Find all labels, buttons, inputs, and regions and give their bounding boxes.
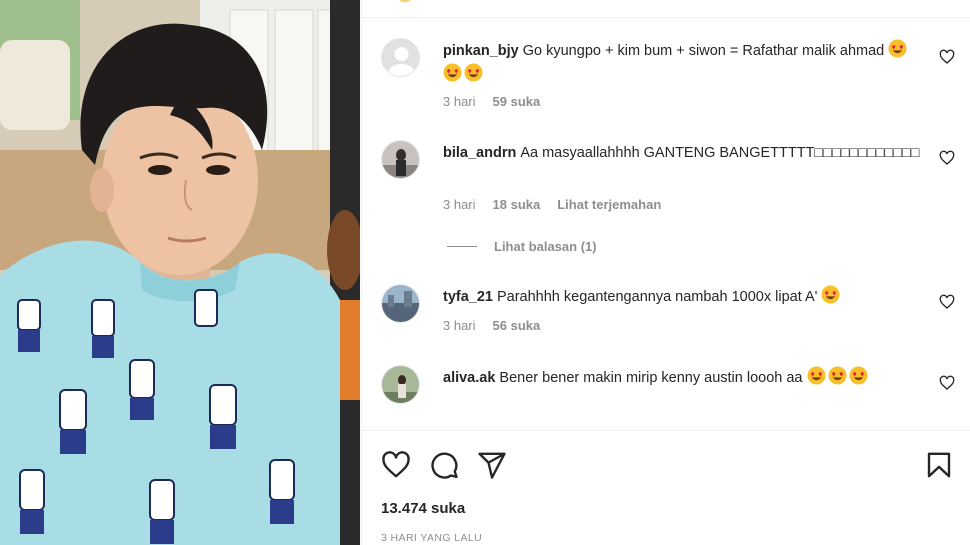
panel-top-divider bbox=[362, 0, 970, 18]
comments-scroll-fade bbox=[362, 423, 970, 430]
comment-time[interactable]: 3 hari bbox=[443, 197, 476, 212]
view-replies-label: Lihat balasan (1) bbox=[494, 239, 597, 254]
comment-likes[interactable]: 18 suka bbox=[493, 197, 541, 212]
post-action-bar: 13.474 suka 3 HARI YANG LALU bbox=[362, 430, 970, 545]
likes-count[interactable]: 13.474 suka bbox=[381, 500, 465, 517]
replies-divider bbox=[447, 246, 477, 247]
comment-text: Go kyungpo + kim bum + siwon = Rafathar … bbox=[522, 43, 885, 59]
emoji-fragment bbox=[398, 0, 412, 2]
heart-eyes-emoji-icon bbox=[888, 39, 907, 58]
comment-likes[interactable]: 59 suka bbox=[493, 94, 541, 109]
comment-text: Bener bener makin mirip kenny austin loo… bbox=[499, 370, 803, 386]
translate-link[interactable]: Lihat terjemahan bbox=[557, 197, 661, 212]
user-photo-avatar bbox=[382, 285, 419, 322]
comment-meta: 3 hari 56 suka bbox=[443, 318, 557, 333]
avatar[interactable] bbox=[381, 365, 420, 404]
comment-time[interactable]: 3 hari bbox=[443, 94, 476, 109]
heart-eyes-emoji-icon bbox=[821, 285, 840, 304]
heart-eyes-emoji-icon bbox=[464, 63, 483, 82]
comment-username[interactable]: bila_andrn bbox=[443, 145, 516, 161]
comment-body: bila_andrn Aa masyaallahhhh GANTENG BANGE… bbox=[443, 142, 928, 165]
comment-likes[interactable]: 56 suka bbox=[493, 318, 541, 333]
photo-illustration bbox=[0, 0, 360, 545]
comment-like-heart-icon[interactable] bbox=[939, 49, 955, 65]
bookmark-icon[interactable] bbox=[924, 450, 954, 480]
paper-plane-icon[interactable] bbox=[477, 450, 507, 480]
comment-bubble-icon[interactable] bbox=[429, 450, 459, 480]
post-date[interactable]: 3 HARI YANG LALU bbox=[381, 532, 482, 544]
user-photo-avatar bbox=[382, 141, 419, 178]
heart-eyes-emoji-icon bbox=[807, 366, 826, 385]
post-detail-panel: pinkan_bjy Go kyungpo + kim bum + siwon =… bbox=[361, 0, 970, 545]
comment-meta: 3 hari 18 suka Lihat terjemahan bbox=[443, 197, 678, 212]
comment-body: tyfa_21 Parahhhh kegantengannya nambah 10… bbox=[443, 285, 928, 309]
heart-eyes-emoji-icon bbox=[443, 63, 462, 82]
heart-icon[interactable] bbox=[381, 450, 411, 480]
post-photo bbox=[0, 0, 360, 545]
avatar[interactable] bbox=[381, 38, 420, 77]
avatar[interactable] bbox=[381, 140, 420, 179]
default-avatar-icon bbox=[382, 39, 419, 76]
heart-eyes-emoji-icon bbox=[828, 366, 847, 385]
comment-time[interactable]: 3 hari bbox=[443, 318, 476, 333]
comment-username[interactable]: aliva.ak bbox=[443, 370, 495, 386]
comments-list[interactable]: pinkan_bjy Go kyungpo + kim bum + siwon =… bbox=[362, 19, 970, 430]
comment-like-heart-icon[interactable] bbox=[939, 150, 955, 166]
user-photo-avatar bbox=[382, 366, 419, 403]
heart-eyes-emoji-icon bbox=[849, 366, 868, 385]
comment-like-heart-icon[interactable] bbox=[939, 294, 955, 310]
comment-username[interactable]: tyfa_21 bbox=[443, 289, 493, 305]
comment-like-heart-icon[interactable] bbox=[939, 375, 955, 391]
view-replies-button[interactable]: Lihat balasan (1) bbox=[447, 239, 597, 254]
comment-body: pinkan_bjy Go kyungpo + kim bum + siwon =… bbox=[443, 39, 928, 87]
comment-text: Aa masyaallahhhh GANTENG BANGETTTTT□□□□□… bbox=[520, 145, 920, 161]
comment-text: Parahhhh kegantengannya nambah 1000x lip… bbox=[496, 289, 818, 305]
comment-meta: 3 hari 59 suka bbox=[443, 94, 557, 109]
avatar[interactable] bbox=[381, 284, 420, 323]
comment-body: aliva.ak Bener bener makin mirip kenny au… bbox=[443, 366, 928, 390]
comment-username[interactable]: pinkan_bjy bbox=[443, 43, 519, 59]
